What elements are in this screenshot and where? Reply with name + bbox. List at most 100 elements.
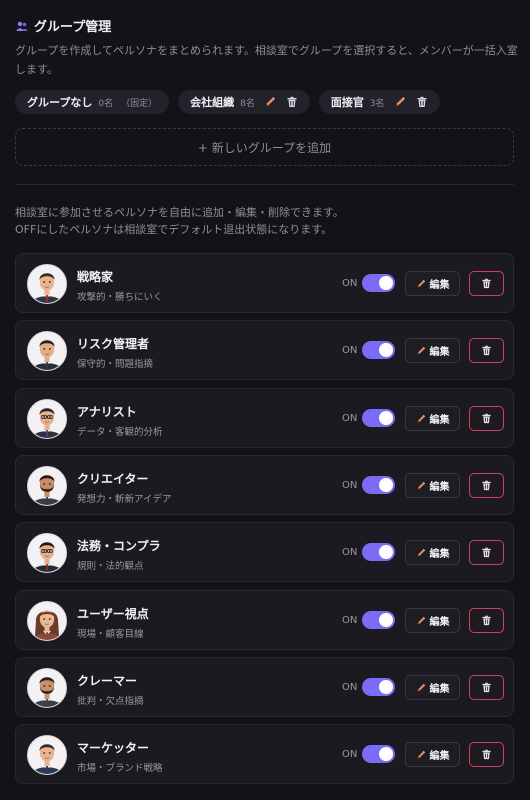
toggle-state-label: ON [342, 749, 358, 760]
persona-card: クリエイター 発想力・斬新アイデア ON 編集 [15, 455, 514, 515]
enable-toggle[interactable] [362, 409, 395, 427]
trash-icon[interactable] [416, 96, 428, 108]
pencil-icon [417, 548, 425, 556]
toggle-state-label: ON [342, 278, 358, 289]
pencil-icon[interactable] [394, 96, 406, 108]
avatar [27, 601, 67, 641]
persona-name: リスク管理者 [77, 337, 150, 351]
toggle-state-label: ON [342, 345, 358, 356]
delete-button[interactable] [469, 473, 504, 498]
edit-button-label: 編集 [429, 751, 450, 762]
edit-button-label: 編集 [429, 684, 450, 695]
avatar [27, 735, 67, 775]
edit-button-label: 編集 [429, 617, 450, 628]
group-chip-count: 0名 [98, 98, 114, 109]
pencil-icon [417, 346, 425, 354]
trash-icon [482, 749, 491, 760]
trash-icon[interactable] [286, 96, 298, 108]
group-chip[interactable]: グループなし 0名 （固定） [15, 90, 170, 114]
toggle-state-label: ON [342, 413, 358, 424]
edit-button[interactable]: 編集 [405, 742, 460, 767]
avatar [27, 466, 67, 506]
group-chip-count: 3名 [369, 98, 385, 109]
enable-toggle[interactable] [362, 611, 395, 629]
toggle-knob [379, 747, 393, 761]
trash-icon [482, 413, 491, 424]
persona-name: 戦略家 [77, 270, 114, 284]
toggle-state-label: ON [342, 480, 358, 491]
pencil-icon [417, 279, 425, 287]
edit-button[interactable]: 編集 [405, 406, 460, 431]
edit-button[interactable]: 編集 [405, 473, 460, 498]
persona-card: リスク管理者 保守的・問題指摘 ON 編集 [15, 320, 514, 380]
edit-button[interactable]: 編集 [405, 608, 460, 633]
delete-button[interactable] [469, 675, 504, 700]
persona-name: マーケッター [77, 741, 150, 755]
persona-subtitle: 現場・顧客目線 [77, 629, 144, 640]
avatar [27, 264, 67, 304]
group-chip[interactable]: 会社組織 8名 [178, 90, 310, 114]
persona-card: 戦略家攻撃的・勝ちにいく ON 編集 [15, 253, 514, 313]
toggle-knob [379, 613, 393, 627]
enable-toggle[interactable] [362, 678, 395, 696]
persona-name: ユーザー視点 [77, 607, 149, 621]
avatar [27, 399, 67, 439]
add-group-button[interactable]: + 新しいグループを追加 [15, 128, 514, 166]
persona-card: クレーマー批判・欠点指摘 ON 編集 [15, 657, 514, 717]
group-chip[interactable]: 面接官 3名 [318, 90, 440, 114]
persona-section-description: 相談室に参加させるペルソナを自由に追加・編集・削除できます。 OFFにしたペルソ… [15, 204, 520, 238]
delete-button[interactable] [469, 742, 504, 767]
toggle-knob [379, 276, 393, 290]
enable-toggle[interactable] [362, 476, 395, 494]
toggle-knob [379, 478, 393, 492]
pencil-icon [417, 481, 425, 489]
toggle-state-label: ON [342, 615, 358, 626]
people-icon [16, 21, 28, 31]
section-divider [15, 184, 514, 185]
edit-button[interactable]: 編集 [405, 338, 460, 363]
delete-button[interactable] [469, 540, 504, 565]
edit-button[interactable]: 編集 [405, 271, 460, 296]
delete-button[interactable] [469, 338, 504, 363]
edit-button[interactable]: 編集 [405, 540, 460, 565]
group-section-header: グループ管理 [16, 16, 111, 35]
persona-card: ユーザー視点 現場・顧客目線 ON 編集 [15, 590, 514, 650]
group-section-description: グループを作成してペルソナをまとめられます。相談室でグループを選択すると、メンバ… [15, 44, 518, 76]
avatar [27, 668, 67, 708]
persona-subtitle: 規則・法的観点 [77, 561, 144, 572]
delete-button[interactable] [469, 608, 504, 633]
group-section-title: グループ管理 [34, 20, 112, 35]
toggle-state-label: ON [342, 547, 358, 558]
delete-button[interactable] [469, 271, 504, 296]
toggle-knob [379, 545, 393, 559]
persona-subtitle: 攻撃的・勝ちにいく [77, 292, 163, 303]
enable-toggle[interactable] [362, 341, 395, 359]
edit-button[interactable]: 編集 [405, 675, 460, 700]
avatar [27, 331, 67, 371]
trash-icon [482, 615, 491, 626]
pencil-icon [417, 683, 425, 691]
enable-toggle[interactable] [362, 543, 395, 561]
persona-card: 法務・コンプラ 規則・法的観点 ON 編集 [15, 522, 514, 582]
enable-toggle[interactable] [362, 745, 395, 763]
edit-button-label: 編集 [429, 280, 450, 291]
toggle-state-label: ON [342, 682, 358, 693]
persona-subtitle: 批判・欠点指摘 [77, 696, 144, 707]
group-chip-count: 8名 [240, 98, 255, 109]
persona-name: クリエイター [77, 472, 149, 486]
edit-button-label: 編集 [429, 549, 450, 560]
pencil-icon[interactable] [264, 96, 276, 108]
persona-name: クレーマー [77, 674, 138, 688]
edit-button-label: 編集 [429, 415, 450, 426]
persona-subtitle: 市場・ブランド戦略 [77, 763, 163, 774]
enable-toggle[interactable] [362, 274, 395, 292]
group-chip-name: グループなし [27, 96, 93, 109]
pencil-icon [417, 414, 425, 422]
pencil-icon [417, 616, 425, 624]
group-chip-name: 面接官 [330, 96, 364, 109]
persona-card: マーケッター市場・ブランド戦略 ON 編集 [15, 724, 514, 784]
trash-icon [482, 480, 491, 491]
delete-button[interactable] [469, 406, 504, 431]
group-chip-note: （固定） [121, 98, 158, 109]
trash-icon [482, 278, 491, 289]
